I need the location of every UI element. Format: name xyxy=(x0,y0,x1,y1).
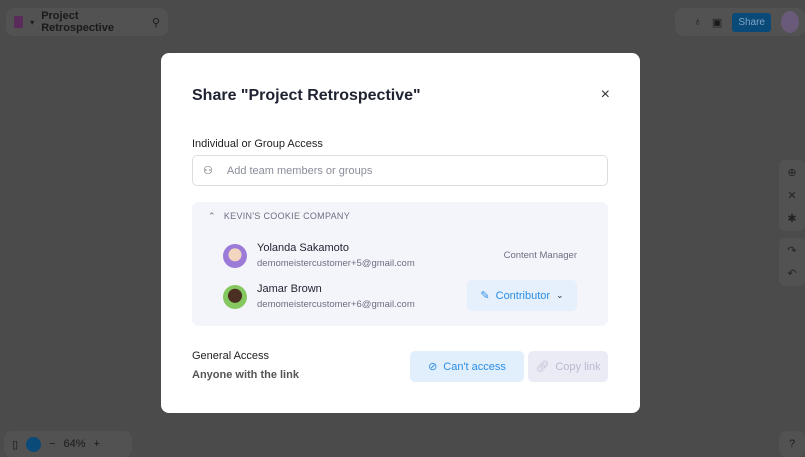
bulb-icon[interactable]: ♁ xyxy=(694,16,702,28)
general-access-label: General Access xyxy=(192,350,270,362)
dialog-title: Share "Project Retrospective" xyxy=(192,87,421,104)
zoom-level: 64% xyxy=(63,438,86,450)
bottom-toolbar: ▯ − 64% + xyxy=(4,431,132,457)
avatar xyxy=(223,284,247,309)
member-email: demomeistercustomer+6@gmail.com xyxy=(257,299,415,310)
input-placeholder: Add team members or groups xyxy=(226,164,373,177)
zoom-in-button[interactable]: + xyxy=(94,438,100,450)
role-dropdown[interactable]: ✎ Contributor ⌄ xyxy=(467,280,577,311)
share-button[interactable]: Share xyxy=(732,12,771,32)
member-role: Content Manager xyxy=(503,250,577,261)
cross-icon[interactable]: ✕ xyxy=(787,189,796,202)
add-icon[interactable]: ⊕ xyxy=(787,166,796,179)
map-title[interactable]: Project Retrospective xyxy=(41,10,145,34)
chevron-down-icon[interactable]: ▾ xyxy=(30,18,34,27)
avatar[interactable] xyxy=(781,11,799,33)
side-toolbar: ⊕ ✕ ✱ xyxy=(779,160,805,231)
top-left-toolbar: ▾ Project Retrospective ⚲ xyxy=(6,8,168,36)
member-email: demomeistercustomer+5@gmail.com xyxy=(257,258,415,269)
cant-access-label: Can't access xyxy=(443,360,506,373)
member-name: Yolanda Sakamoto xyxy=(257,242,349,254)
history-toolbar: ↷ ↶ xyxy=(779,238,805,286)
present-icon[interactable]: ▣ xyxy=(712,16,722,29)
star-icon[interactable]: ✱ xyxy=(787,212,796,225)
member-row: Jamar Brown demomeistercustomer+6@gmail.… xyxy=(223,283,415,310)
pencil-icon: ✎ xyxy=(480,290,490,302)
member-name: Jamar Brown xyxy=(257,283,322,295)
link-icon: 🔗︎ xyxy=(535,361,550,373)
general-access-value: Anyone with the link xyxy=(192,369,299,381)
group-name: KEVIN'S COOKIE COMPANY xyxy=(223,211,351,221)
avatar xyxy=(223,243,247,268)
mindmap-icon[interactable] xyxy=(26,436,42,452)
group-toggle[interactable]: ⌃ KEVIN'S COOKIE COMPANY xyxy=(208,211,350,222)
chevron-up-icon: ⌃ xyxy=(208,211,216,221)
users-icon: ⚇ xyxy=(203,165,213,177)
redo-icon[interactable]: ↷ xyxy=(787,244,796,257)
group-panel: ⌃ KEVIN'S COOKIE COMPANY Yolanda Sakamot… xyxy=(192,202,608,326)
app-logo-icon[interactable] xyxy=(14,16,24,28)
undo-icon[interactable]: ↶ xyxy=(787,267,796,280)
help-button[interactable]: ? xyxy=(779,431,805,457)
access-label: Individual or Group Access xyxy=(192,138,323,150)
close-button[interactable]: × xyxy=(601,86,610,104)
page-icon[interactable]: ▯ xyxy=(12,438,18,451)
copy-link-button[interactable]: 🔗︎ Copy link xyxy=(528,351,608,382)
eye-off-icon: ⊘ xyxy=(428,361,438,373)
share-dialog: Share "Project Retrospective" × Individu… xyxy=(161,53,640,413)
search-icon[interactable]: ⚲ xyxy=(152,16,160,29)
cant-access-dropdown[interactable]: ⊘ Can't access xyxy=(410,351,524,382)
chevron-down-icon: ⌄ xyxy=(556,290,564,300)
zoom-out-button[interactable]: − xyxy=(49,438,55,450)
help-icon[interactable]: ? xyxy=(789,438,795,450)
member-row: Yolanda Sakamoto demomeistercustomer+5@g… xyxy=(223,242,415,269)
copy-link-label: Copy link xyxy=(555,360,601,373)
top-right-toolbar: ♁ ▣ Share xyxy=(675,8,805,36)
role-value: Contributor xyxy=(495,289,551,302)
member-search-input[interactable]: ⚇ Add team members or groups xyxy=(192,155,608,186)
